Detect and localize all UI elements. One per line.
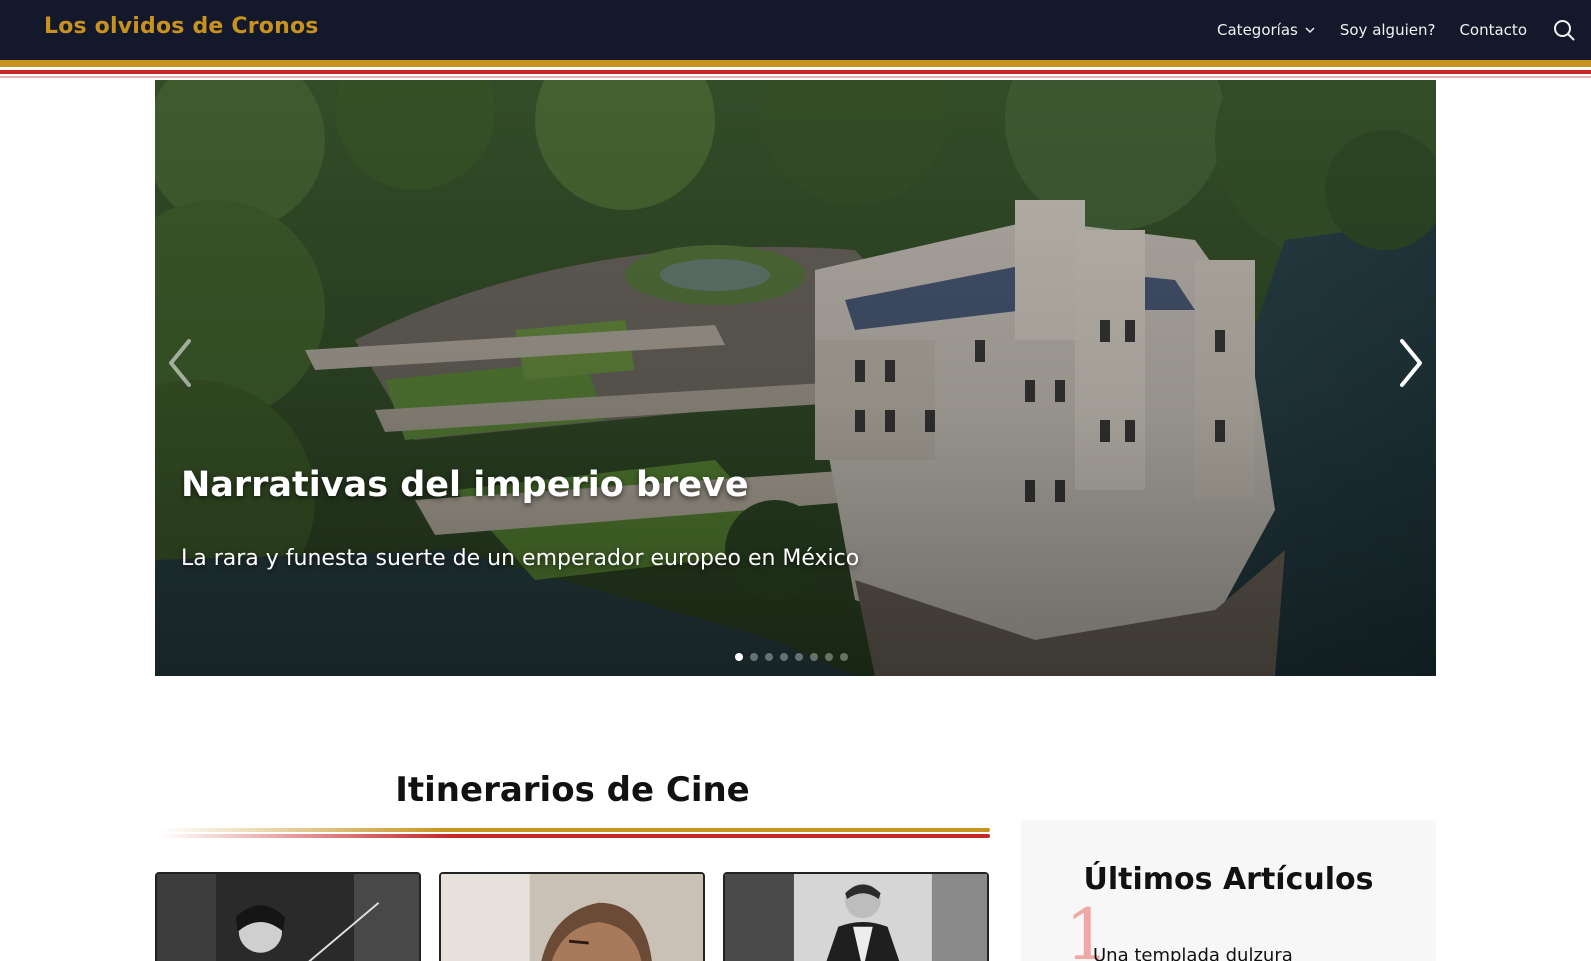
slider-dot[interactable] (735, 653, 743, 661)
post-cards (155, 872, 990, 961)
hero-subtitle: La rara y funesta suerte de un emperador… (181, 546, 860, 571)
post-card-image (725, 874, 987, 961)
slider-dot[interactable] (750, 653, 758, 661)
post-card-image (441, 874, 703, 961)
latest-articles-widget: Últimos Artículos 1 Una templada dulzura (1021, 820, 1436, 961)
search-button[interactable] (1551, 17, 1577, 43)
page: Los olvidos de Cronos Categorías Soy alg… (0, 0, 1591, 961)
main-nav: Categorías Soy alguien? Contacto (1217, 0, 1577, 60)
sidebar-title: Últimos Artículos (1083, 862, 1374, 897)
header-stripe-gold (0, 60, 1591, 67)
chevron-left-icon (169, 339, 191, 387)
nav-item-label: Contacto (1459, 21, 1527, 39)
site-brand[interactable]: Los olvidos de Cronos (44, 14, 319, 39)
search-icon (1554, 20, 1575, 41)
slider-dot[interactable] (780, 653, 788, 661)
nav-item-soy-alguien[interactable]: Soy alguien? (1340, 21, 1436, 39)
nav-item-label: Soy alguien? (1339, 21, 1436, 39)
section-underline-red (160, 834, 990, 838)
slider-dot[interactable] (795, 653, 803, 661)
site-header: Los olvidos de Cronos Categorías Soy alg… (0, 0, 1591, 60)
slider-dots (735, 653, 848, 661)
slider-dot[interactable] (765, 653, 773, 661)
hero-slider[interactable]: Narrativas del imperio breve La rara y f… (155, 80, 1436, 676)
slider-next-button[interactable] (1390, 335, 1430, 391)
slider-dot[interactable] (840, 653, 848, 661)
nav-item-categorias[interactable]: Categorías (1217, 21, 1316, 39)
section-underline-gold (160, 828, 990, 832)
post-card[interactable] (155, 872, 421, 961)
hero-overlay (155, 80, 1436, 676)
slider-prev-button[interactable] (161, 335, 201, 391)
hero-title[interactable]: Narrativas del imperio breve (181, 465, 749, 505)
chevron-right-icon (1400, 339, 1422, 387)
post-card[interactable] (723, 872, 989, 961)
chevron-down-icon (1305, 27, 1315, 34)
header-stripe-red (0, 70, 1591, 74)
latest-article-link[interactable]: Una templada dulzura (1093, 945, 1293, 961)
header-stripe-pink (0, 76, 1591, 78)
section-title: Itinerarios de Cine (395, 770, 750, 810)
post-card[interactable] (439, 872, 705, 961)
slider-dot[interactable] (810, 653, 818, 661)
slider-dot[interactable] (825, 653, 833, 661)
nav-item-contacto[interactable]: Contacto (1459, 21, 1527, 39)
nav-item-label: Categorías (1217, 21, 1298, 39)
post-card-image (157, 874, 419, 961)
